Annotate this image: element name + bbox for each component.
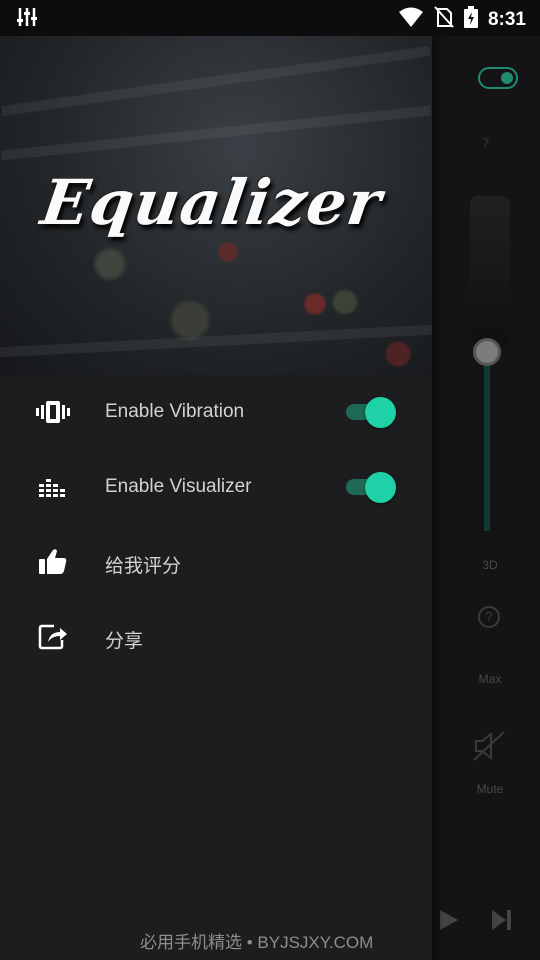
max-label: Max — [478, 672, 502, 686]
clock: 8:31 — [487, 8, 526, 30]
share-icon — [36, 622, 70, 652]
visualizer-bars-icon — [36, 472, 70, 502]
menu-item-share[interactable]: 分享 — [0, 600, 432, 675]
3d-slider-thumb[interactable] — [473, 338, 501, 366]
help-icon[interactable]: ? — [478, 606, 500, 628]
menu-item-enable-visualizer[interactable]: Enable Visualizer — [0, 450, 432, 525]
wifi-icon — [398, 6, 424, 33]
mute-icon[interactable] — [472, 730, 506, 767]
status-bar: 8:31 — [0, 0, 540, 36]
effect-knob[interactable] — [470, 196, 510, 346]
visualizer-switch[interactable] — [346, 472, 398, 503]
navigation-drawer: Equalizer Enable Vibration Enable Visual… — [0, 36, 432, 960]
3d-label: 3D — [482, 558, 498, 572]
power-toggle[interactable] — [478, 67, 518, 89]
next-track-icon[interactable] — [490, 908, 514, 937]
equalizer-notification-icon — [16, 6, 38, 33]
menu-item-rate-me[interactable]: 给我评分 — [0, 525, 432, 600]
play-icon[interactable] — [438, 908, 460, 937]
watermark-text: 必用手机精选 • BYJSJXY.COM — [140, 933, 374, 952]
3d-slider-track[interactable] — [484, 356, 490, 531]
thumbs-up-icon — [36, 547, 70, 577]
vibration-icon — [36, 397, 70, 427]
no-sim-icon — [434, 6, 454, 33]
scale-label: 7 — [482, 136, 490, 150]
menu-item-label: 分享 — [105, 631, 144, 652]
menu-item-label: Enable Visualizer — [105, 476, 252, 497]
menu-item-label: 给我评分 — [105, 556, 182, 577]
drawer-header-image: Equalizer — [0, 36, 432, 375]
background-equalizer-screen: 7 3D ? Max Mute — [432, 36, 540, 960]
mute-label: Mute — [476, 782, 504, 796]
menu-item-enable-vibration[interactable]: Enable Vibration — [0, 375, 432, 450]
drawer-menu: Enable Vibration Enable Visualizer 给我评分 … — [0, 375, 432, 675]
menu-item-label: Enable Vibration — [105, 401, 245, 422]
drawer-header-title: Equalizer — [36, 166, 387, 239]
battery-charging-icon — [463, 6, 478, 33]
vibration-switch[interactable] — [346, 397, 398, 428]
